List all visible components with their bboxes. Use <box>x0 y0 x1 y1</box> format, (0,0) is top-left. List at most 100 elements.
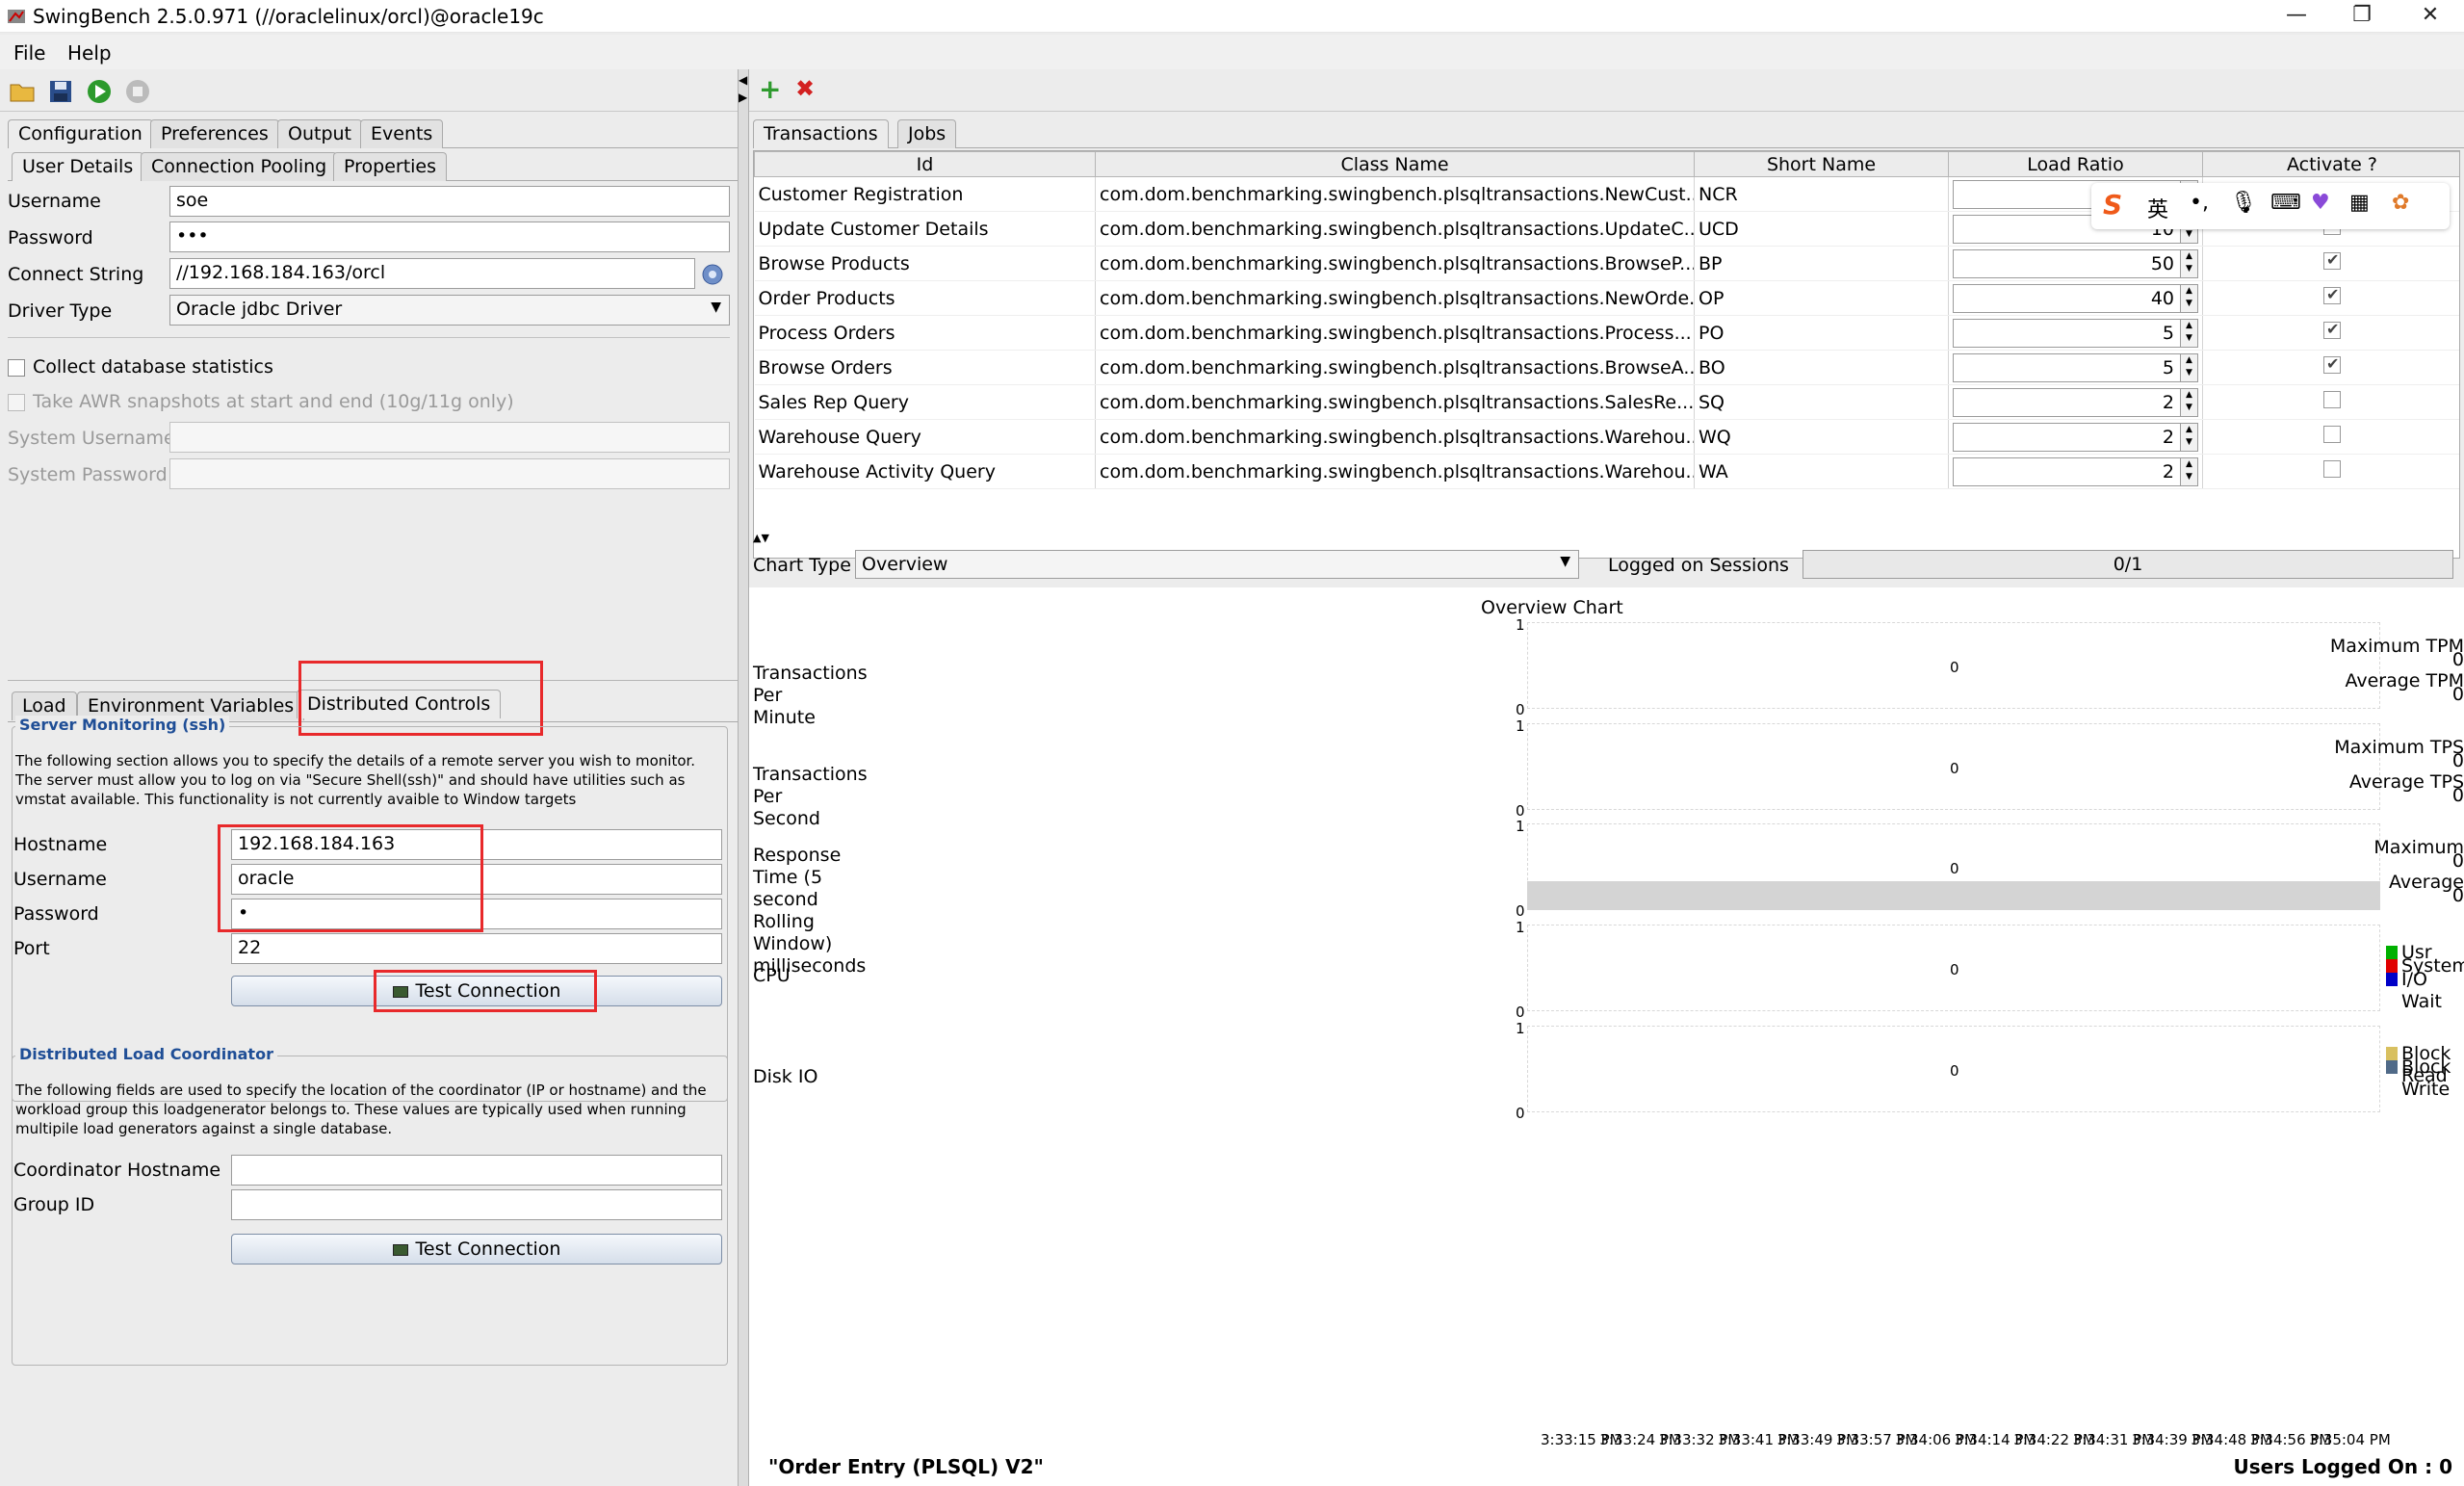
stop-icon[interactable] <box>123 77 152 106</box>
system-username-input[interactable] <box>169 422 730 453</box>
table-row[interactable]: Sales Rep Query com.dom.benchmarking.swin… <box>754 384 2459 420</box>
spinner-arrows-icon[interactable]: ▲▼ <box>2180 319 2197 347</box>
activate-checkbox[interactable] <box>2323 354 2341 374</box>
spinner-arrows-icon[interactable]: ▲▼ <box>2180 284 2197 312</box>
column-header-activate[interactable]: Activate ? <box>2202 151 2459 177</box>
coordinator-hostname-label: Coordinator Hostname <box>13 1160 221 1181</box>
tab-output[interactable]: Output <box>277 119 362 148</box>
keyboard-icon[interactable]: ⌨ <box>2270 191 2301 215</box>
table-row[interactable]: Warehouse Query com.dom.benchmarking.swin… <box>754 419 2459 455</box>
activate-checkbox[interactable] <box>2323 250 2341 270</box>
cell-load-ratio: 2 ▲ ▼ <box>1948 419 2203 455</box>
spinner-arrows-icon[interactable]: ▲▼ <box>2180 353 2197 381</box>
port-label: Port <box>13 938 50 959</box>
tab-connection-pooling[interactable]: Connection Pooling <box>141 152 338 181</box>
group-id-label: Group ID <box>13 1194 95 1215</box>
collapse-up-icon[interactable]: ▲▼ <box>753 532 769 544</box>
load-ratio-spinner[interactable]: 50 ▲ ▼ <box>1953 248 2198 278</box>
cell-activate <box>2202 454 2459 489</box>
spinner-arrows-icon[interactable]: ▲▼ <box>2180 388 2197 416</box>
connect-string-input[interactable]: //192.168.184.163/orcl <box>169 258 695 289</box>
x-axis: 3:33:15 PM 3:33:24 PM 3:33:32 PM 3:33:41 PM… <box>749 1421 2464 1450</box>
hostname-label: Hostname <box>13 834 108 855</box>
start-icon[interactable] <box>85 77 114 106</box>
table-row[interactable]: Browse Orders com.dom.benchmarking.swingb… <box>754 350 2459 385</box>
cell-short-name: NCR <box>1694 176 1949 212</box>
activate-checkbox[interactable] <box>2323 285 2341 304</box>
activate-checkbox[interactable] <box>2323 426 2341 443</box>
awr-checkbox[interactable] <box>8 394 25 411</box>
cell-id: Sales Rep Query <box>754 384 1096 420</box>
cell-load-ratio: 5 ▲ ▼ <box>1948 350 2203 385</box>
cell-class-name: com.dom.benchmarking.swingbench.plsqltra… <box>1095 246 1695 281</box>
ime-language-toggle[interactable]: 英 <box>2147 193 2168 223</box>
tab-jobs[interactable]: Jobs <box>897 119 957 148</box>
close-button[interactable]: ✕ <box>2397 0 2464 33</box>
group-id-input[interactable] <box>231 1189 722 1220</box>
password-input[interactable]: ••• <box>169 222 730 252</box>
column-header-load-ratio[interactable]: Load Ratio <box>1948 151 2203 177</box>
stat-text: 0 <box>2451 850 2464 872</box>
minimize-button[interactable]: — <box>2263 0 2330 33</box>
tab-preferences[interactable]: Preferences <box>150 119 279 148</box>
panel-label: Transactions Per Second <box>753 764 868 829</box>
menu-help[interactable]: Help <box>67 41 112 65</box>
split-pane-divider[interactable]: ◀ ▶ <box>738 69 749 1486</box>
load-ratio-spinner[interactable]: 40 ▲ ▼ <box>1953 283 2198 313</box>
driver-type-select[interactable]: Oracle jdbc Driver ▼ <box>169 295 730 326</box>
menu-file[interactable]: File <box>13 41 45 65</box>
tab-user-details[interactable]: User Details <box>12 152 144 181</box>
cell-id: Order Products <box>754 280 1096 316</box>
overview-chart: Overview Chart Transactions Per Minute 1 0… <box>749 587 2464 1486</box>
spinner-arrows-icon[interactable]: ▲▼ <box>2180 249 2197 277</box>
restore-button[interactable]: ❐ <box>2328 0 2396 33</box>
load-ratio-spinner[interactable]: 2 ▲ ▼ <box>1953 456 2198 486</box>
table-row[interactable]: Warehouse Activity Query com.dom.benchmar… <box>754 454 2459 489</box>
connection-wizard-icon[interactable] <box>701 263 724 286</box>
skin-icon[interactable]: ♥ <box>2311 191 2330 215</box>
collapse-left-icon[interactable]: ◀ <box>739 73 747 87</box>
column-header-short-name[interactable]: Short Name <box>1694 151 1949 177</box>
port-input[interactable]: 22 <box>231 933 722 964</box>
spinner-arrows-icon[interactable]: ▲▼ <box>2180 457 2197 485</box>
tab-transactions[interactable]: Transactions <box>753 119 889 148</box>
activate-checkbox[interactable] <box>2323 460 2341 478</box>
sogou-logo-icon[interactable]: S <box>2103 189 2122 221</box>
table-row[interactable]: Process Orders com.dom.benchmarking.swing… <box>754 315 2459 351</box>
column-header-id[interactable]: Id <box>754 151 1096 177</box>
cell-short-name: PO <box>1694 315 1949 351</box>
save-icon[interactable] <box>46 77 75 106</box>
username-input[interactable]: soe <box>169 186 730 217</box>
grid-menu-icon[interactable]: ▦ <box>2349 191 2370 215</box>
activate-checkbox[interactable] <box>2323 320 2341 339</box>
spinner-arrows-icon[interactable]: ▲▼ <box>2180 423 2197 451</box>
open-folder-icon[interactable] <box>8 77 37 106</box>
tab-configuration[interactable]: Configuration <box>8 119 153 148</box>
chart-type-select[interactable]: Overview ▼ <box>855 550 1579 579</box>
microphone-icon[interactable]: 🎙 <box>2230 191 2257 215</box>
table-row[interactable]: Order Products com.dom.benchmarking.swing… <box>754 280 2459 316</box>
sessions-progress-bar: 0/1 <box>1803 550 2453 579</box>
y-axis-max: 1 <box>1516 1020 1525 1037</box>
table-row[interactable]: Browse Products com.dom.benchmarking.swin… <box>754 246 2459 281</box>
expand-right-icon[interactable]: ▶ <box>739 91 747 104</box>
tab-events[interactable]: Events <box>360 119 444 148</box>
punctuation-icon[interactable]: •, <box>2190 191 2209 215</box>
load-ratio-spinner[interactable]: 2 ▲ ▼ <box>1953 422 2198 452</box>
load-ratio-spinner[interactable]: 2 ▲ ▼ <box>1953 387 2198 417</box>
load-ratio-value: 5 <box>2162 322 2174 344</box>
coordinator-hostname-input[interactable] <box>231 1155 722 1186</box>
load-ratio-spinner[interactable]: 5 ▲ ▼ <box>1953 352 2198 382</box>
transaction-tabs: Transactions Jobs <box>753 117 2464 148</box>
collect-stats-checkbox[interactable] <box>8 359 25 377</box>
column-header-class-name[interactable]: Class Name <box>1095 151 1695 177</box>
coordinator-test-connection-button[interactable]: Test Connection <box>231 1234 722 1264</box>
delete-icon[interactable]: ✖ <box>795 75 815 102</box>
add-icon[interactable]: + <box>759 73 781 105</box>
mascot-icon[interactable]: ✿ <box>2392 191 2409 215</box>
tab-properties[interactable]: Properties <box>333 152 448 181</box>
load-ratio-spinner[interactable]: 5 ▲ ▼ <box>1953 318 2198 348</box>
system-password-input[interactable] <box>169 458 730 489</box>
activate-checkbox[interactable] <box>2323 391 2341 408</box>
connect-string-label: Connect String <box>8 264 144 285</box>
